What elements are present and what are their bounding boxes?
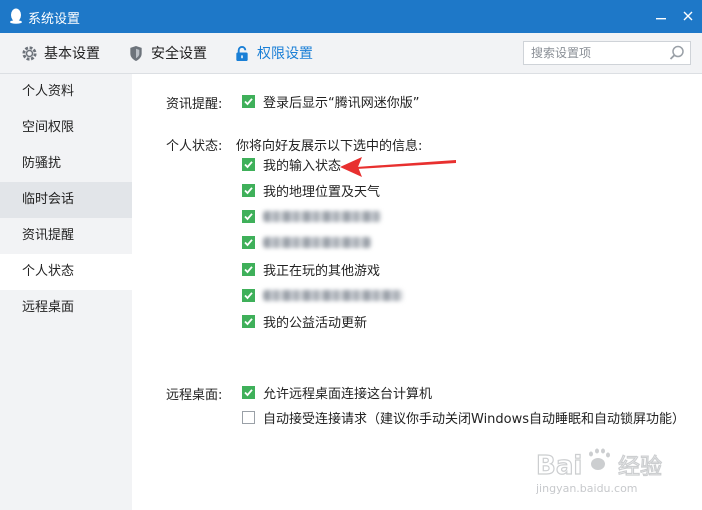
sidebar-item-news-reminder[interactable]: 资讯提醒 (0, 218, 132, 254)
shield-icon (127, 44, 145, 62)
option-label: 我的公益活动更新 (263, 315, 368, 331)
lock-icon (233, 44, 251, 62)
news-section-label: 资讯提醒: (166, 97, 223, 112)
checkbox-checked[interactable] (242, 209, 255, 223)
sidebar-item-space-permission[interactable]: 空间权限 (0, 110, 132, 146)
window-title: 系统设置 (28, 12, 81, 27)
search-input[interactable] (531, 45, 667, 61)
tab-label: 安全设置 (151, 46, 207, 62)
status-section-label: 个人状态: (166, 139, 223, 154)
checkbox-unchecked[interactable] (242, 410, 255, 424)
minimize-icon (656, 18, 666, 20)
option-label: 我的输入状态 (263, 158, 342, 174)
gear-icon (20, 44, 38, 62)
check-icon (244, 186, 253, 194)
status-option-location[interactable]: 我的地理位置及天气 (242, 181, 381, 200)
remote-section-label: 远程桌面: (166, 388, 223, 403)
status-option-blurred-1[interactable] (242, 207, 381, 225)
status-option-blurred-3[interactable] (242, 286, 403, 304)
redacted-text (263, 289, 403, 301)
checkbox-checked[interactable] (242, 288, 255, 302)
option-label: 我的地理位置及天气 (263, 184, 381, 200)
tabs-bar: 基本设置 安全设置 权限设置 (0, 33, 702, 74)
sidebar-item-remote-desktop[interactable]: 远程桌面 (0, 290, 132, 326)
tab-label: 权限设置 (257, 46, 313, 62)
check-icon (244, 160, 253, 168)
check-icon (244, 238, 253, 246)
redacted-text (263, 210, 381, 222)
status-description: 你将向好友展示以下选中的信息: (236, 139, 423, 154)
status-option-games[interactable]: 我正在玩的其他游戏 (242, 260, 381, 279)
checkbox-checked[interactable] (242, 183, 255, 197)
check-icon (244, 97, 253, 105)
minimize-button[interactable] (650, 6, 672, 26)
search-icon[interactable] (668, 44, 686, 62)
checkbox-checked[interactable] (242, 235, 255, 249)
check-icon (244, 212, 253, 220)
news-option[interactable]: 登录后显示“腾讯网迷你版” (242, 92, 420, 111)
sidebar-item-anti-harassment[interactable]: 防骚扰 (0, 146, 132, 182)
checkbox-checked[interactable] (242, 157, 255, 171)
option-label: 我正在玩的其他游戏 (263, 263, 381, 279)
redacted-text (263, 236, 371, 248)
title-bar: 系统设置 (0, 0, 702, 33)
close-button[interactable] (677, 6, 699, 26)
close-icon (683, 11, 693, 21)
sidebar-item-profile[interactable]: 个人资料 (0, 74, 132, 110)
status-option-blurred-2[interactable] (242, 233, 371, 251)
watermark-text-1: Bai (536, 451, 582, 481)
option-label: 自动接受连接请求（建议你手动关闭Windows自动睡眠和自动锁屏功能） (263, 411, 686, 427)
check-icon (244, 291, 253, 299)
remote-option-allow[interactable]: 允许远程桌面连接这台计算机 (242, 383, 433, 402)
sidebar: 个人资料 空间权限 防骚扰 临时会话 资讯提醒 个人状态 远程桌面 (0, 74, 132, 510)
check-icon (244, 265, 253, 273)
sidebar-item-personal-status[interactable]: 个人状态 (0, 254, 132, 290)
check-icon (244, 317, 253, 325)
tab-permission-settings[interactable]: 权限设置 (233, 33, 313, 73)
annotation-arrow (340, 157, 456, 177)
check-icon (244, 388, 253, 396)
tab-label: 基本设置 (44, 46, 100, 62)
option-label: 允许远程桌面连接这台计算机 (263, 386, 433, 402)
penguin-icon (10, 8, 22, 24)
checkbox-checked[interactable] (242, 314, 255, 328)
watermark-text-2: 经验 (618, 455, 662, 480)
tab-basic-settings[interactable]: 基本设置 (20, 33, 100, 73)
settings-panel: 资讯提醒: 登录后显示“腾讯网迷你版” 个人状态: 你将向好友展示以下选中的信息… (132, 74, 702, 510)
baidu-jingyan-watermark: Bai 经验 jingyan.baidu.com (536, 448, 663, 495)
status-option-charity[interactable]: 我的公益活动更新 (242, 312, 368, 331)
checkbox-checked[interactable] (242, 262, 255, 276)
search-box[interactable] (523, 41, 691, 65)
watermark-url: jingyan.baidu.com (536, 482, 638, 495)
checkbox-checked[interactable] (242, 94, 255, 108)
tab-security-settings[interactable]: 安全设置 (127, 33, 207, 73)
sidebar-item-temp-session[interactable]: 临时会话 (0, 182, 132, 218)
remote-option-auto-accept[interactable]: 自动接受连接请求（建议你手动关闭Windows自动睡眠和自动锁屏功能） (242, 408, 686, 427)
checkbox-checked[interactable] (242, 385, 255, 399)
status-option-typing[interactable]: 我的输入状态 (242, 155, 342, 174)
option-label: 登录后显示“腾讯网迷你版” (263, 95, 420, 111)
